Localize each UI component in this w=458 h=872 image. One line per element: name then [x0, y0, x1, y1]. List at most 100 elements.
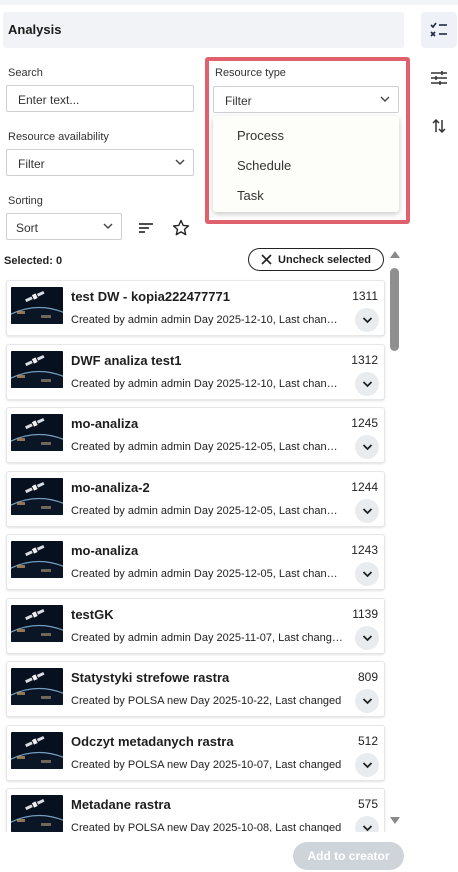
- item-meta: Created by admin admin Day 2025-12-10, L…: [71, 377, 343, 390]
- scroll-down-arrow-icon[interactable]: [389, 816, 401, 825]
- list-item[interactable]: mo-analiza 1245 Created by admin admin D…: [6, 407, 385, 463]
- list-item[interactable]: testGK 1139 Created by admin admin Day 2…: [6, 597, 385, 654]
- chevron-down-icon: [362, 634, 372, 641]
- item-meta: Created by POLSA new Day 2025-10-22, Las…: [71, 695, 342, 707]
- item-id: 1244: [351, 479, 378, 494]
- option-schedule[interactable]: Schedule: [237, 158, 291, 173]
- add-to-creator-button[interactable]: Add to creator: [293, 842, 404, 870]
- satellite-earth-icon: [11, 350, 63, 388]
- item-thumbnail: [11, 287, 63, 324]
- tune-icon: [431, 71, 447, 85]
- item-thumbnail: [11, 731, 63, 769]
- sort-arrows-button[interactable]: [421, 108, 457, 144]
- scroll-up-arrow-icon[interactable]: [389, 250, 401, 259]
- chevron-down-icon: [362, 317, 372, 324]
- sort-arrows-icon: [432, 118, 446, 134]
- star-icon: [172, 219, 190, 236]
- search-placeholder: Enter text...: [18, 93, 80, 107]
- list-item[interactable]: test DW - kopia222477771 1311 Created by…: [6, 280, 385, 336]
- item-title: mo-analiza: [71, 416, 139, 431]
- item-title: Odczyt metadanych rastra: [71, 733, 234, 749]
- availability-label: Resource availability: [8, 131, 109, 143]
- favorites-button[interactable]: [170, 217, 192, 239]
- expand-button[interactable]: [355, 752, 379, 777]
- sorting-label: Sorting: [8, 195, 43, 207]
- expand-button[interactable]: [355, 562, 379, 586]
- chevron-down-icon: [175, 159, 185, 165]
- item-title: DWF analiza test1: [71, 352, 182, 368]
- item-meta: Created by admin admin Day 2025-12-05, L…: [71, 568, 343, 580]
- sort-select[interactable]: Sort: [6, 213, 122, 240]
- list-item[interactable]: mo-analiza 1243 Created by admin admin D…: [6, 534, 385, 590]
- satellite-earth-icon: [11, 668, 63, 705]
- chevron-down-icon: [103, 223, 113, 229]
- satellite-earth-icon: [11, 795, 63, 832]
- chevron-down-icon: [362, 507, 372, 514]
- checklist-icon: [430, 22, 447, 37]
- scrollbar-thumb[interactable]: [390, 268, 399, 351]
- item-thumbnail: [11, 604, 63, 642]
- page-title: Analysis: [8, 22, 62, 37]
- item-thumbnail: [11, 541, 63, 578]
- item-meta: Created by admin admin Day 2025-12-05, L…: [71, 441, 343, 453]
- expand-button[interactable]: [355, 308, 379, 332]
- satellite-earth-icon: [11, 287, 63, 324]
- option-task[interactable]: Task: [237, 188, 264, 203]
- analysis-list: test DW - kopia222477771 1311 Created by…: [0, 276, 388, 832]
- expand-button[interactable]: [355, 435, 379, 459]
- item-thumbnail: [11, 668, 63, 705]
- sort-order-button[interactable]: [135, 217, 157, 239]
- chevron-down-icon: [362, 698, 372, 705]
- search-label: Search: [8, 67, 43, 79]
- expand-button[interactable]: [355, 816, 379, 832]
- uncheck-selected-button[interactable]: Uncheck selected: [248, 248, 384, 271]
- item-id: 809: [357, 670, 378, 684]
- resource-type-dropdown: Process Schedule Task: [213, 116, 399, 212]
- list-item[interactable]: Odczyt metadanych rastra 512 Created by …: [6, 724, 385, 781]
- list-item[interactable]: DWF analiza test1 1312 Created by admin …: [6, 343, 385, 400]
- top-edge: [0, 0, 458, 5]
- close-icon: [261, 254, 272, 265]
- satellite-earth-icon: [11, 731, 63, 769]
- item-title: mo-analiza: [71, 543, 139, 558]
- item-meta: Created by admin admin Day 2025-12-10, L…: [71, 314, 343, 326]
- item-thumbnail: [11, 477, 63, 515]
- satellite-earth-icon: [11, 414, 63, 451]
- expand-button[interactable]: [355, 689, 379, 713]
- item-meta: Created by POLSA new Day 2025-10-07, Las…: [71, 758, 342, 771]
- item-thumbnail: [11, 795, 63, 832]
- expand-button[interactable]: [355, 625, 379, 650]
- expand-button[interactable]: [355, 371, 379, 396]
- item-thumbnail: [11, 350, 63, 388]
- item-title: Statystyki strefowe rastra: [71, 670, 230, 685]
- option-process[interactable]: Process: [237, 128, 284, 143]
- satellite-earth-icon: [11, 604, 63, 642]
- checklist-button[interactable]: [421, 12, 457, 48]
- item-id: 1139: [352, 606, 378, 621]
- item-id: 1311: [352, 289, 378, 303]
- availability-value: Filter: [18, 157, 45, 171]
- chevron-down-icon: [362, 571, 372, 578]
- availability-select[interactable]: Filter: [6, 149, 194, 176]
- selected-count: Selected: 0: [4, 255, 63, 267]
- tune-button[interactable]: [421, 60, 457, 96]
- sort-lines-icon: [139, 223, 153, 233]
- chevron-down-icon: [362, 761, 372, 768]
- item-id: 512: [357, 733, 378, 748]
- item-id: 1245: [351, 416, 378, 430]
- chevron-down-icon: [362, 825, 372, 832]
- search-input[interactable]: Enter text...: [6, 85, 194, 112]
- list-item[interactable]: Statystyki strefowe rastra 809 Created b…: [6, 661, 385, 717]
- item-meta: Created by admin admin Day 2025-11-07, L…: [71, 631, 343, 644]
- add-to-creator-label: Add to creator: [307, 849, 390, 863]
- item-id: 1312: [351, 352, 378, 367]
- item-title: mo-analiza-2: [71, 479, 150, 495]
- chevron-down-icon: [362, 380, 372, 387]
- list-item[interactable]: Metadane rastra 575 Created by POLSA new…: [6, 788, 385, 832]
- expand-button[interactable]: [355, 498, 379, 523]
- list-item[interactable]: mo-analiza-2 1244 Created by admin admin…: [6, 470, 385, 527]
- satellite-earth-icon: [11, 477, 63, 515]
- item-id: 1243: [351, 543, 378, 557]
- item-meta: Created by admin admin Day 2025-12-05, L…: [71, 504, 343, 517]
- item-meta: Created by POLSA new Day 2025-10-08, Las…: [71, 822, 342, 832]
